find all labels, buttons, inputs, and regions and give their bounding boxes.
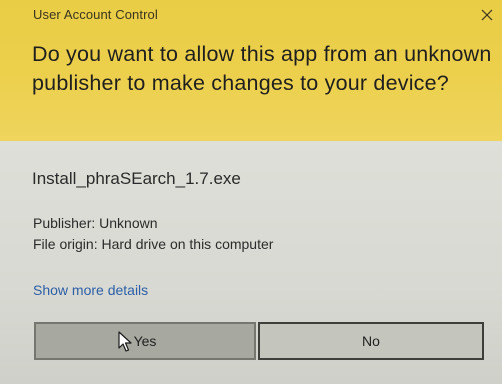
yes-button[interactable]: Yes xyxy=(34,322,256,360)
close-icon[interactable] xyxy=(478,6,496,24)
no-button[interactable]: No xyxy=(258,322,484,360)
prompt-question: Do you want to allow this app from an un… xyxy=(32,42,492,95)
dialog-header: User Account Control Do you want to allo… xyxy=(0,0,502,141)
publisher-info: Publisher: Unknown xyxy=(33,215,158,231)
file-origin-info: File origin: Hard drive on this computer xyxy=(33,236,274,252)
yes-button-label: Yes xyxy=(133,333,157,349)
no-button-label: No xyxy=(362,333,380,349)
show-more-details-link[interactable]: Show more details xyxy=(33,282,148,298)
app-file-name: Install_phraSEarch_1.7.exe xyxy=(32,169,241,188)
dialog-body: Install_phraSEarch_1.7.exe Publisher: Un… xyxy=(0,141,502,384)
dialog-title: User Account Control xyxy=(33,7,158,22)
mouse-pointer-icon xyxy=(118,331,132,352)
uac-dialog: User Account Control Do you want to allo… xyxy=(0,0,502,384)
